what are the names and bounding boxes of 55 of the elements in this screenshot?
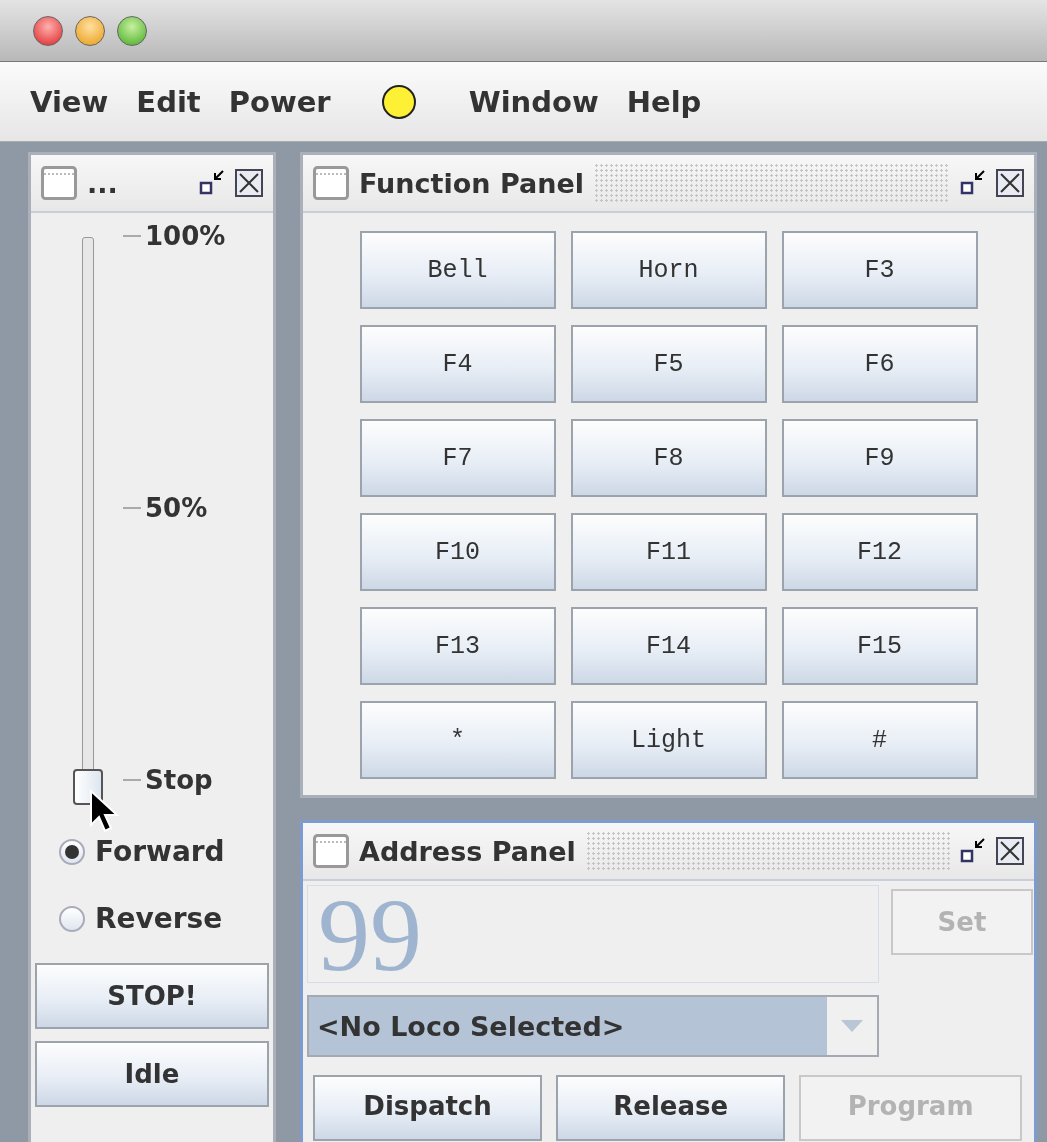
function-button[interactable]: Bell [359, 231, 556, 309]
power-indicator-icon [380, 83, 417, 120]
address-button[interactable]: Release [556, 1075, 786, 1141]
function-button[interactable]: # [781, 701, 978, 779]
direction-radio[interactable]: Forward [59, 835, 269, 868]
frame-title: ... [87, 167, 118, 199]
frame-title-bar[interactable]: ... [31, 155, 273, 213]
throttle-button[interactable]: STOP! [35, 963, 269, 1029]
function-button[interactable]: F14 [570, 607, 767, 685]
function-button[interactable]: Light [570, 701, 767, 779]
function-button[interactable]: F10 [359, 513, 556, 591]
dropdown-arrow-icon [841, 1020, 863, 1032]
throttle-button[interactable]: Idle [35, 1041, 269, 1107]
function-button[interactable]: F12 [781, 513, 978, 591]
function-button[interactable]: F8 [570, 419, 767, 497]
function-button[interactable]: F13 [359, 607, 556, 685]
frame-title-bar[interactable]: Address Panel [303, 823, 1034, 881]
iconify-icon[interactable] [960, 169, 986, 197]
iconify-icon[interactable] [199, 169, 225, 197]
slider-tick-label: 50% [123, 493, 226, 523]
function-button[interactable]: Horn [570, 231, 767, 309]
function-button[interactable]: F15 [781, 607, 978, 685]
function-button[interactable]: F6 [781, 325, 978, 403]
iconify-icon[interactable] [960, 837, 986, 865]
mouse-pointer-icon [89, 789, 121, 835]
menu-item[interactable]: View [30, 84, 109, 119]
speed-slider[interactable] [73, 237, 103, 805]
function-button[interactable]: * [359, 701, 556, 779]
menu-item[interactable]: Help [626, 84, 702, 119]
function-button[interactable]: F11 [570, 513, 767, 591]
slider-tick-label: 100% [123, 221, 226, 251]
window-icon [313, 834, 349, 868]
frame-title-bar[interactable]: Function Panel [303, 155, 1034, 213]
address-button[interactable]: Dispatch [313, 1075, 543, 1141]
zoom-button[interactable] [117, 15, 147, 46]
direction-radio[interactable]: Reverse [59, 902, 269, 935]
function-button[interactable]: F9 [781, 419, 978, 497]
menu-item[interactable]: Window [468, 84, 599, 119]
function-button[interactable]: F7 [359, 419, 556, 497]
minimize-button[interactable] [75, 15, 105, 46]
menu-item[interactable]: Power [228, 84, 331, 119]
function-button[interactable]: F4 [359, 325, 556, 403]
loco-dropdown[interactable]: <No Loco Selected> [307, 995, 879, 1057]
close-button[interactable] [33, 15, 63, 46]
function-button[interactable]: F5 [570, 325, 767, 403]
slider-tick-label: Stop [123, 765, 226, 795]
close-icon[interactable] [235, 169, 263, 197]
function-button[interactable]: F3 [781, 231, 978, 309]
window-icon [313, 166, 349, 200]
close-icon[interactable] [996, 169, 1024, 197]
frame-title: Function Panel [359, 167, 584, 199]
window-icon [41, 166, 77, 200]
menu-item[interactable]: Edit [136, 84, 201, 119]
frame-title: Address Panel [359, 835, 576, 867]
close-icon[interactable] [996, 837, 1024, 865]
